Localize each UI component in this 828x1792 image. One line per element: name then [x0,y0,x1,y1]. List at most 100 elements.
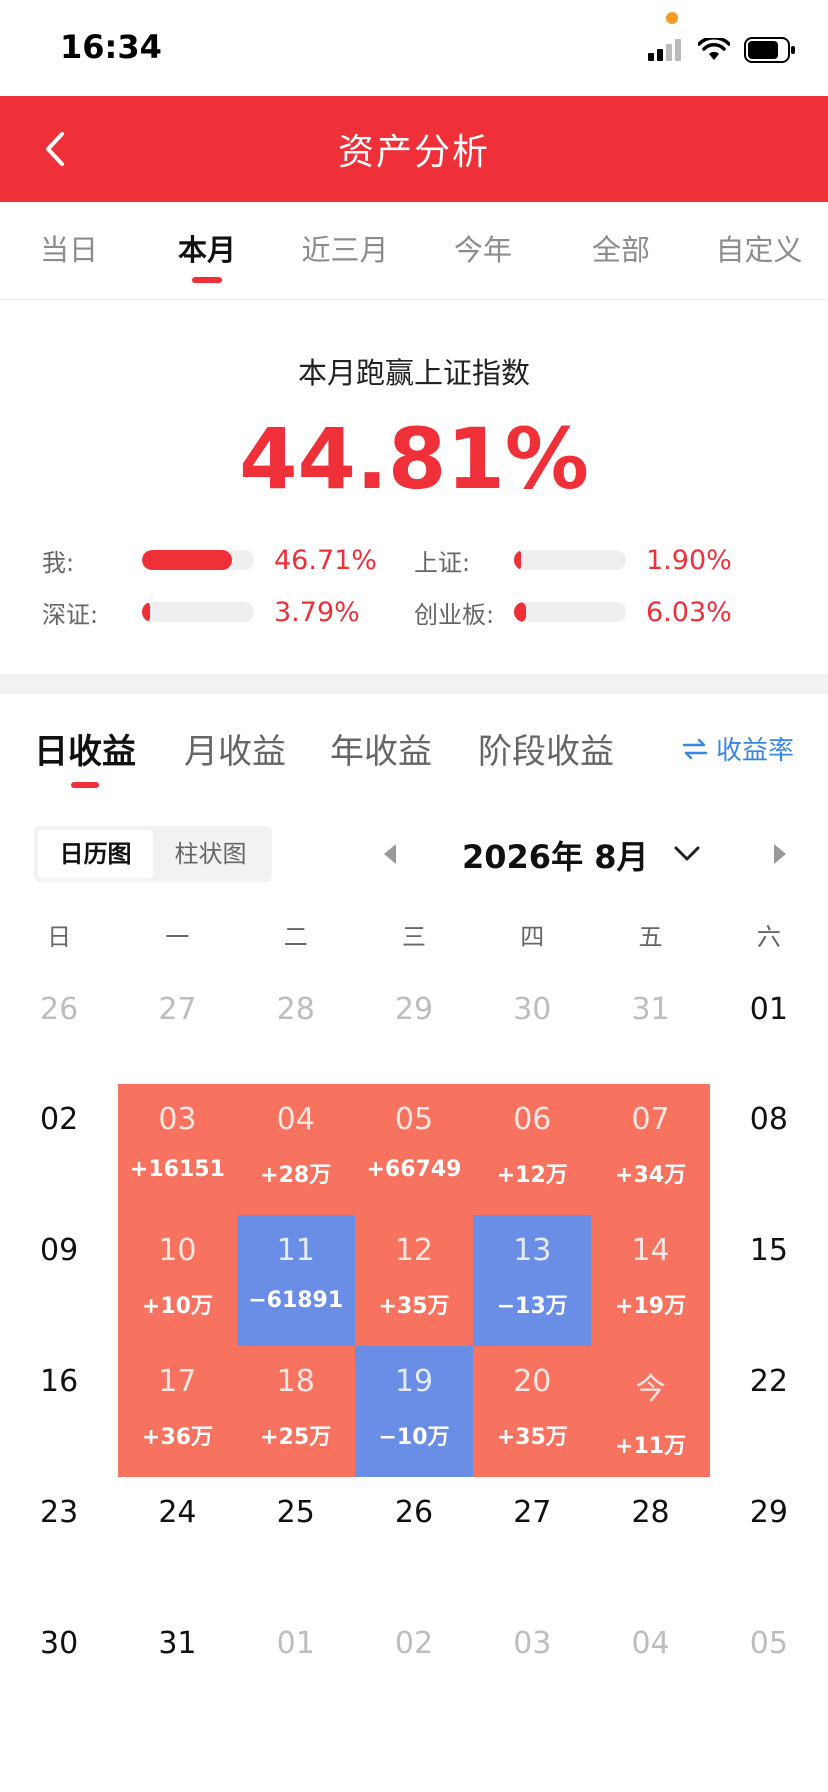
tab-this-year[interactable]: 今年 [414,202,552,299]
calendar-day-cell[interactable]: 09 [0,1215,118,1346]
tab-three-months[interactable]: 近三月 [276,202,414,299]
calendar-day-cell[interactable]: 07 +34万 [591,1084,710,1215]
calendar-day-number: 14 [631,1233,670,1268]
status-icons [648,34,796,66]
calendar-day-cell[interactable]: 17 +36万 [118,1346,237,1477]
tab-today[interactable]: 当日 [0,202,138,299]
tab-all[interactable]: 全部 [552,202,690,299]
calendar-day-cell[interactable]: 18 +25万 [236,1346,355,1477]
calendar-day-number: 26 [40,992,79,1027]
calendar-day-cell[interactable]: 20 +35万 [473,1346,592,1477]
calendar-day-number: 27 [158,992,197,1027]
calendar-day-cell[interactable]: 24 [118,1477,236,1608]
calendar-day-cell[interactable]: 02 [355,1608,473,1739]
comparison-row-me: 我: 46.71% [42,540,377,580]
calendar-day-number: 04 [276,1102,315,1137]
calendar-day-number: 28 [631,1495,670,1530]
calendar-day-cell[interactable]: 04 [591,1608,709,1739]
calendar-day-number: 12 [394,1233,434,1268]
calendar-day-cell[interactable]: 13 −13万 [473,1215,592,1346]
tab-monthly-earnings[interactable]: 月收益 [184,724,286,773]
tab-daily-earnings[interactable]: 日收益 [34,724,136,788]
calendar-day-cell[interactable]: 03 [473,1608,591,1739]
comparison-bar [514,602,626,622]
calendar-day-cell[interactable]: 12 +35万 [354,1215,474,1346]
calendar-day-cell[interactable]: 02 [0,1084,118,1215]
calendar-day-cell[interactable]: 10 +10万 [118,1215,237,1346]
return-rate-toggle[interactable]: 收益率 [682,730,794,767]
calendar-day-cell[interactable]: 29 [710,1477,828,1608]
comparison-value: 1.90% [646,544,732,576]
previous-month-icon[interactable] [380,840,400,868]
tab-period-earnings[interactable]: 阶段收益 [478,724,614,773]
calendar-day-cell[interactable]: 28 [591,1477,709,1608]
calendar-day-cell[interactable]: 今 +11万 [591,1346,710,1477]
calendar-day-cell[interactable]: 15 [710,1215,828,1346]
calendar-day-number: 22 [749,1364,788,1399]
calendar-day-cell[interactable]: 06 +12万 [473,1084,592,1215]
calendar-day-cell[interactable]: 30 [0,1608,118,1739]
bar-view-button[interactable]: 柱状图 [153,830,268,878]
calendar-day-number: 03 [158,1102,197,1137]
comparison-bar [514,550,626,570]
privacy-indicator-dot [666,12,678,24]
calendar-day-number: 04 [631,1626,670,1661]
calendar-day-number: 08 [749,1102,788,1137]
period-tabs: 当日 本月 近三月 今年 全部 自定义 [0,202,828,300]
return-rate-label: 收益率 [715,736,794,766]
calendar-day-number: 11 [276,1233,315,1268]
calendar-day-number: 16 [40,1364,79,1399]
calendar-day-number: 27 [513,1495,552,1530]
tab-yearly-earnings[interactable]: 年收益 [330,724,432,773]
back-arrow-icon[interactable] [32,124,82,174]
calendar-day-pnl: +10万 [141,1294,213,1319]
next-month-icon[interactable] [770,840,790,868]
calendar-day-pnl: −61891 [248,1288,344,1313]
calendar-day-cell[interactable]: 23 [0,1477,118,1608]
calendar-day-number: 28 [276,992,315,1027]
calendar-day-cell[interactable]: 05 [710,1608,828,1739]
weekday-header: 日 一 二 三 四 五 六 [0,900,828,974]
nav-bar: 资产分析 [0,96,828,202]
comparison-label: 上证: [414,548,471,577]
calendar-day-cell[interactable]: 08 [710,1084,828,1215]
tab-this-month[interactable]: 本月 [138,202,276,299]
calendar-day-cell[interactable]: 11 −61891 [236,1215,355,1346]
cellular-signal-icon [648,39,681,61]
calendar-day-cell[interactable]: 31 [118,1608,236,1739]
calendar-day-cell[interactable]: 03 +16151 [118,1084,237,1215]
calendar-day-cell[interactable]: 04 +28万 [236,1084,355,1215]
calendar-day-cell[interactable]: 25 [237,1477,355,1608]
calendar-day-cell[interactable]: 05 +66749 [354,1084,474,1215]
calendar-day-cell[interactable]: 19 −10万 [354,1346,474,1477]
chevron-down-icon[interactable] [672,840,702,868]
page-title: 资产分析 [337,132,490,173]
month-label[interactable]: 2026年 8月 [462,832,648,878]
weekday-label: 五 [638,923,663,951]
weekday-label: 四 [520,923,545,951]
calendar-day-cell[interactable]: 01 [237,1608,355,1739]
calendar-day-cell[interactable]: 27 [473,1477,591,1608]
weekday-label: 六 [756,923,781,951]
calendar-day-number: 01 [749,992,788,1027]
calendar-day-cell[interactable]: 26 [355,1477,473,1608]
calendar-day-number: 20 [513,1364,552,1399]
calendar-day-cell[interactable]: 14 +19万 [591,1215,710,1346]
calendar-day-number: 17 [158,1364,197,1399]
section-divider [0,674,828,694]
comparison-value: 3.79% [274,596,360,628]
calendar-day-cell[interactable]: 16 [0,1346,118,1477]
weekday-label: 三 [401,923,426,951]
chart-view-toggle: 日历图 柱状图 [34,826,272,882]
calendar-day-number: 26 [394,1495,434,1530]
weekday-label: 二 [283,923,308,951]
weekday-label: 日 [47,923,72,951]
calendar-day-pnl: +35万 [378,1294,450,1319]
calendar-view-button[interactable]: 日历图 [38,830,153,878]
calendar-day-number: 29 [749,1495,788,1530]
calendar-day-number: 05 [749,1626,788,1661]
calendar-day-number: 15 [749,1233,788,1268]
calendar-day-pnl: −13万 [496,1294,568,1319]
tab-custom[interactable]: 自定义 [690,202,828,299]
calendar-day-cell[interactable]: 22 [710,1346,828,1477]
